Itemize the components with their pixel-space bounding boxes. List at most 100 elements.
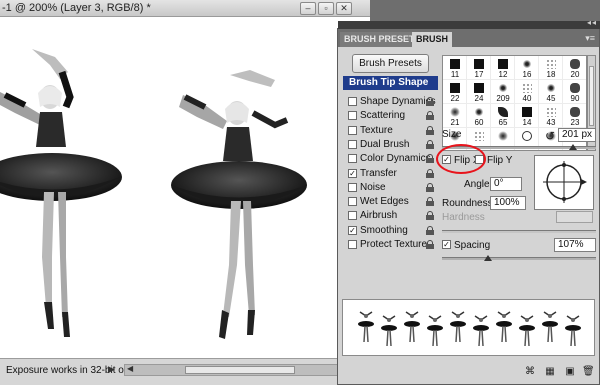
option-checkbox[interactable]: ✓: [348, 168, 357, 178]
option-wet-edges[interactable]: Wet Edges: [343, 195, 438, 209]
brush-tip[interactable]: 20: [563, 56, 586, 80]
brush-stamp: [450, 311, 466, 343]
option-checkbox[interactable]: [348, 197, 357, 207]
option-noise[interactable]: Noise: [343, 181, 438, 195]
ballerina-image: [0, 49, 307, 339]
trash-icon[interactable]: 🗑: [582, 366, 595, 377]
brush-tip[interactable]: 209: [491, 80, 515, 104]
spacing-slider-knob[interactable]: [484, 255, 493, 261]
brush-tip-size: 18: [546, 70, 556, 79]
lock-icon[interactable]: [426, 197, 434, 207]
brush-tip-size: 12: [498, 70, 508, 79]
grid-icon[interactable]: ▦: [544, 366, 556, 377]
brush-tip[interactable]: 16: [515, 56, 539, 80]
option-brush-tip-shape[interactable]: Brush Tip Shape: [343, 76, 438, 90]
close-button[interactable]: ✕: [336, 2, 352, 15]
roundness-field[interactable]: 100%: [490, 196, 526, 210]
option-checkbox[interactable]: [348, 211, 357, 221]
brush-tip-swatch-icon: [570, 107, 580, 117]
option-label: Protect Texture: [360, 239, 428, 250]
brush-tip-swatch-icon: [474, 107, 484, 117]
lock-icon[interactable]: [426, 240, 434, 249]
brush-presets-button[interactable]: Brush Presets: [352, 54, 429, 73]
brush-tip[interactable]: 12: [491, 56, 515, 80]
brush-tip[interactable]: 60: [467, 104, 491, 128]
angle-roundness-widget[interactable]: [534, 155, 594, 210]
brush-stamp: [496, 311, 512, 343]
angle-field[interactable]: 0°: [490, 177, 522, 191]
scrollbar-thumb[interactable]: [589, 66, 594, 126]
option-texture[interactable]: Texture: [343, 124, 438, 138]
brush-tip-swatch-icon: [498, 131, 508, 141]
option-checkbox[interactable]: [348, 125, 357, 135]
maximize-button[interactable]: ▫: [318, 2, 334, 15]
option-smoothing[interactable]: ✓ Smoothing: [343, 224, 438, 238]
new-preset-icon[interactable]: ▣: [564, 366, 576, 377]
brush-tip-swatch-icon: [522, 59, 532, 69]
lock-icon[interactable]: [426, 154, 434, 164]
brush-stamp: [427, 315, 443, 347]
option-checkbox[interactable]: ✓: [348, 225, 357, 235]
brush-tip-swatch-icon: [546, 59, 556, 69]
brush-tip[interactable]: 23: [563, 104, 586, 128]
angle-label: Angle:: [464, 179, 493, 190]
lock-icon[interactable]: [426, 139, 434, 149]
brush-tip[interactable]: 40: [515, 80, 539, 104]
panel-menu-icon[interactable]: ▾≡: [585, 33, 595, 44]
lock-icon[interactable]: [426, 211, 434, 221]
brush-tip-swatch-icon: [498, 83, 508, 93]
tab-brush[interactable]: BRUSH: [412, 32, 453, 47]
brush-tip[interactable]: 21: [443, 104, 467, 128]
brush-tip[interactable]: 17: [467, 56, 491, 80]
brush-tip[interactable]: 11: [443, 56, 467, 80]
brush-stamp: [473, 315, 489, 347]
lock-icon[interactable]: [426, 168, 434, 178]
reset-size-icon[interactable]: ↺: [545, 129, 555, 143]
ballerina-left: [0, 49, 122, 337]
size-field[interactable]: 201 px: [558, 128, 596, 142]
option-shape-dynamics[interactable]: Shape Dynamics: [343, 95, 438, 109]
image-canvas[interactable]: [0, 17, 370, 358]
option-checkbox[interactable]: [348, 240, 357, 249]
brush-tip[interactable]: 22: [443, 80, 467, 104]
spacing-field[interactable]: 107%: [554, 238, 596, 252]
option-transfer[interactable]: ✓ Transfer: [343, 167, 438, 181]
lock-icon[interactable]: [426, 182, 434, 192]
option-scattering[interactable]: Scattering: [343, 109, 438, 123]
lock-icon[interactable]: [426, 125, 434, 135]
lock-icon[interactable]: [426, 225, 434, 235]
option-checkbox[interactable]: [348, 182, 357, 192]
option-airbrush[interactable]: Airbrush: [343, 209, 438, 223]
brush-tip[interactable]: 65: [491, 104, 515, 128]
brush-tip[interactable]: 90: [563, 80, 586, 104]
brush-tip-size: 11: [450, 70, 460, 79]
size-slider-knob[interactable]: [568, 144, 577, 150]
scroll-left-icon[interactable]: ◀: [127, 364, 133, 373]
brush-tip[interactable]: 14: [515, 104, 539, 128]
scrollbar-thumb[interactable]: [185, 366, 295, 374]
brush-tip-swatch-icon: [498, 59, 508, 69]
brush-tip[interactable]: 43: [539, 104, 563, 128]
lock-icon[interactable]: [426, 97, 434, 106]
option-protect-texture[interactable]: Protect Texture: [343, 238, 438, 252]
brush-tip[interactable]: 18: [539, 56, 563, 80]
minimize-button[interactable]: –: [300, 2, 316, 15]
option-checkbox[interactable]: [348, 97, 357, 106]
status-menu-arrow-icon[interactable]: ▶: [108, 364, 115, 375]
option-checkbox[interactable]: [348, 154, 357, 164]
option-color-dynamics[interactable]: Color Dynamics: [343, 152, 438, 166]
brush-stamp: [381, 315, 397, 347]
brush-tip[interactable]: 45: [539, 80, 563, 104]
option-checkbox[interactable]: [348, 139, 357, 149]
option-dual-brush[interactable]: Dual Brush: [343, 138, 438, 152]
spacing-checkbox[interactable]: ✓: [442, 240, 451, 249]
horizontal-scrollbar[interactable]: ◀ ▶: [124, 364, 366, 376]
document-titlebar[interactable]: -1 @ 200% (Layer 3, RGB/8) * – ▫ ✕: [0, 0, 370, 17]
collapse-panel-icon[interactable]: ◂◂: [587, 18, 597, 27]
lock-icon[interactable]: [426, 111, 434, 121]
spacing-slider[interactable]: [442, 255, 596, 261]
option-checkbox[interactable]: [348, 111, 357, 121]
toggle-live-tip-icon[interactable]: ⌘: [524, 366, 536, 377]
brush-tip[interactable]: 24: [467, 80, 491, 104]
ballerina-right: [171, 70, 307, 339]
